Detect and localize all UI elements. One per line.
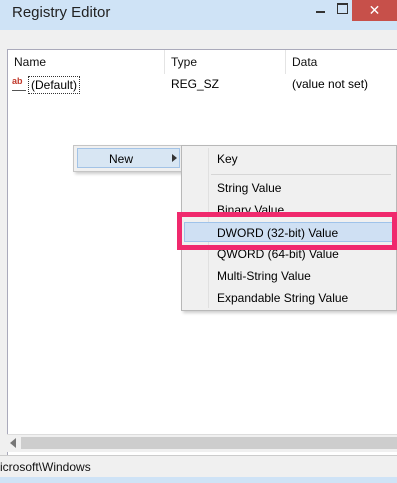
value-name[interactable]: (Default) — [28, 76, 81, 94]
string-value-icon: ab — [12, 77, 26, 91]
minimize-button[interactable] — [304, 0, 336, 20]
menu-item-key[interactable]: Key — [184, 149, 394, 169]
highlight-annotation-box — [177, 212, 397, 250]
maximize-button[interactable] — [336, 0, 352, 20]
column-header-type[interactable]: Type — [165, 50, 286, 74]
close-button[interactable]: ✕ — [352, 0, 397, 21]
menu-item-string-value[interactable]: String Value — [184, 178, 394, 198]
menu-item-multi-string-value[interactable]: Multi-String Value — [184, 266, 394, 286]
menu-item-label: String Value — [217, 181, 282, 195]
menu-separator — [211, 174, 391, 175]
menu-item-label: Key — [217, 152, 238, 166]
menu-item-label: Expandable String Value — [217, 291, 349, 305]
scroll-left-icon[interactable] — [10, 438, 16, 448]
menu-item-expandable-string-value[interactable]: Expandable String Value — [184, 288, 394, 308]
value-data: (value not set) — [292, 77, 369, 91]
column-header-name[interactable]: Name — [8, 50, 165, 74]
title-bar: Registry Editor ✕ — [0, 0, 397, 30]
context-menu-new[interactable]: New — [77, 148, 180, 168]
status-path: icrosoft\Windows — [0, 460, 91, 474]
column-header-data[interactable]: Data — [286, 50, 397, 74]
value-type: REG_SZ — [171, 77, 220, 91]
scrollbar-thumb[interactable] — [21, 437, 397, 449]
window-title: Registry Editor — [12, 4, 111, 21]
horizontal-scrollbar[interactable] — [7, 434, 397, 452]
status-bar: icrosoft\Windows — [0, 455, 397, 478]
window-bottom-border — [0, 477, 397, 483]
context-menu: New — [73, 145, 183, 172]
submenu-arrow-icon — [172, 154, 177, 162]
menu-item-label: Multi-String Value — [217, 269, 311, 283]
context-menu-new-label: New — [109, 152, 134, 166]
